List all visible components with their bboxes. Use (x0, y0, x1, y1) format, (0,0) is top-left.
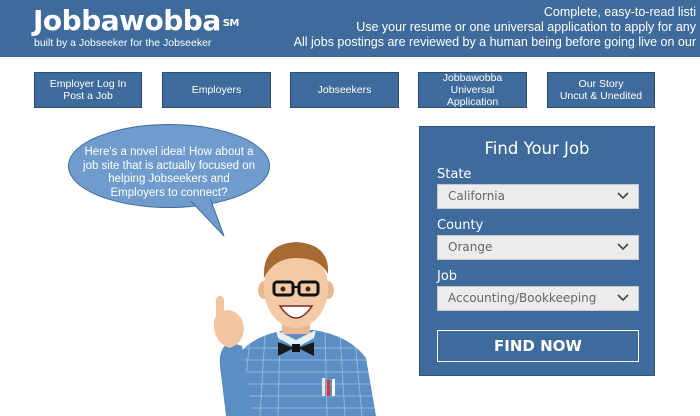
nav-employers-label: Employers (191, 84, 242, 96)
chevron-down-icon (617, 192, 629, 200)
nav-employer-login-label: Employer Log In Post a Job (49, 78, 127, 102)
find-now-label: FIND NOW (494, 337, 582, 355)
county-select[interactable]: Orange (437, 235, 639, 260)
state-select[interactable]: California (437, 184, 639, 209)
county-selected-value: Orange (448, 240, 493, 254)
nav-employers-button[interactable]: Employers (162, 72, 271, 108)
site-header: Jobbawobba SM built by a Jobseeker for th… (0, 0, 700, 57)
speech-bubble: Here's a novel idea! How about a job sit… (68, 124, 288, 236)
state-selected-value: California (448, 189, 505, 203)
find-now-button[interactable]: FIND NOW (437, 330, 639, 362)
header-description: Complete, easy-to-read listi Use your re… (226, 5, 696, 50)
chevron-down-icon (617, 294, 629, 302)
site-tagline: built by a Jobseeker for the Jobseeker (34, 37, 212, 49)
nav-our-story-button[interactable]: Our Story Uncut & Unedited (547, 72, 655, 108)
job-search-title: Find Your Job (484, 139, 590, 158)
site-logo[interactable]: Jobbawobba SM (33, 3, 239, 39)
nav-jobseekers-button[interactable]: Jobseekers (290, 72, 399, 108)
chevron-down-icon (617, 243, 629, 251)
nav-universal-application-button[interactable]: Jobbawobba Universal Application (418, 72, 527, 108)
job-search-panel: Find Your Job State California County Or… (419, 126, 655, 376)
county-label: County (437, 218, 484, 233)
speech-bubble-text: Here's a novel idea! How about a job sit… (83, 146, 255, 199)
jobseeker-photo (213, 242, 376, 416)
nav-universal-application-label: Jobbawobba Universal Application (442, 72, 503, 108)
job-select[interactable]: Accounting/Bookkeeping (437, 286, 639, 311)
job-selected-value: Accounting/Bookkeeping (448, 291, 597, 305)
header-line-1: Complete, easy-to-read listi (543, 5, 696, 19)
nav-our-story-label: Our Story Uncut & Unedited (559, 78, 643, 102)
job-label: Job (437, 269, 458, 284)
header-line-3: All jobs postings are reviewed by a huma… (293, 35, 696, 49)
speech-bubble-tail (187, 198, 225, 236)
state-label: State (437, 167, 472, 182)
header-line-2: Use your resume or one universal applica… (356, 20, 696, 34)
nav-jobseekers-label: Jobseekers (317, 84, 372, 96)
nav-employer-login-button[interactable]: Employer Log In Post a Job (34, 72, 142, 108)
